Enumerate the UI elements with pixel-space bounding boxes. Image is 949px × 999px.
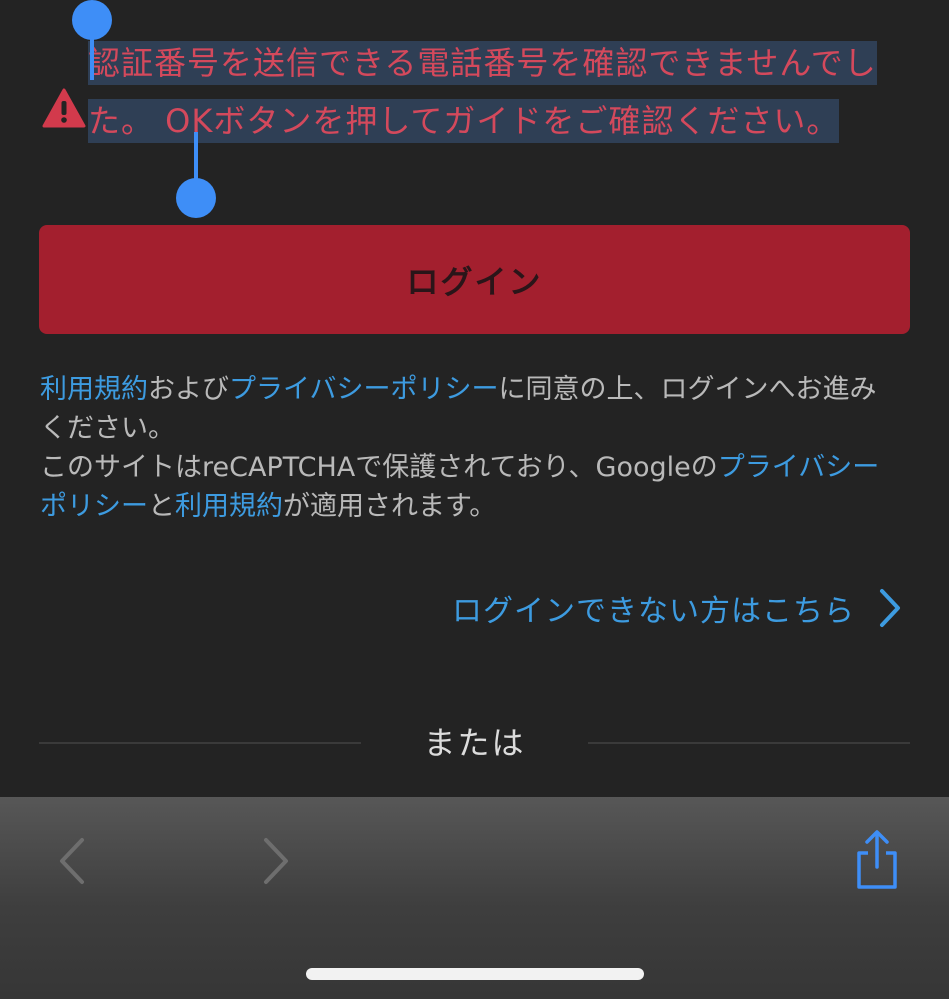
cannot-login-link[interactable]: ログインできない方はこちら: [452, 586, 901, 630]
divider-line-right: [588, 742, 910, 744]
home-indicator[interactable]: [306, 968, 644, 980]
privacy-policy-link[interactable]: プライバシーポリシー: [229, 374, 498, 405]
selected-text: 認証番号を送信できる電話番号を確認できませんでした。 OKボタンを押してガイドを…: [88, 41, 877, 143]
error-message-text[interactable]: 認証番号を送信できる電話番号を確認できませんでした。 OKボタンを押してガイドを…: [88, 34, 908, 150]
warning-icon: [42, 88, 86, 128]
login-page: 認証番号を送信できる電話番号を確認できませんでした。 OKボタンを押してガイドを…: [0, 0, 949, 999]
terms-line-consent: 利用規約およびプライバシーポリシーに同意の上、ログインへお進みください。: [40, 374, 877, 444]
terms-of-use-link[interactable]: 利用規約: [40, 374, 148, 405]
back-button[interactable]: [48, 833, 96, 889]
terms-notice: 利用規約およびプライバシーポリシーに同意の上、ログインへお進みください。 このサ…: [40, 370, 900, 526]
google-terms-link[interactable]: 利用規約: [175, 491, 283, 522]
login-button[interactable]: ログイン: [39, 225, 910, 334]
share-button[interactable]: [846, 827, 908, 893]
browser-toolbar: [0, 797, 949, 999]
cannot-login-label: ログインできない方はこちら: [452, 594, 855, 629]
divider-label: または: [423, 724, 526, 762]
chevron-right-icon: [264, 838, 288, 884]
forward-button[interactable]: [252, 833, 300, 889]
share-icon: [857, 830, 897, 889]
chevron-right-icon: [880, 589, 900, 627]
terms-line-recaptcha: このサイトはreCAPTCHAで保護されており、Googleのプライバシーポリシ…: [40, 452, 880, 522]
chevron-left-icon: [60, 838, 84, 884]
